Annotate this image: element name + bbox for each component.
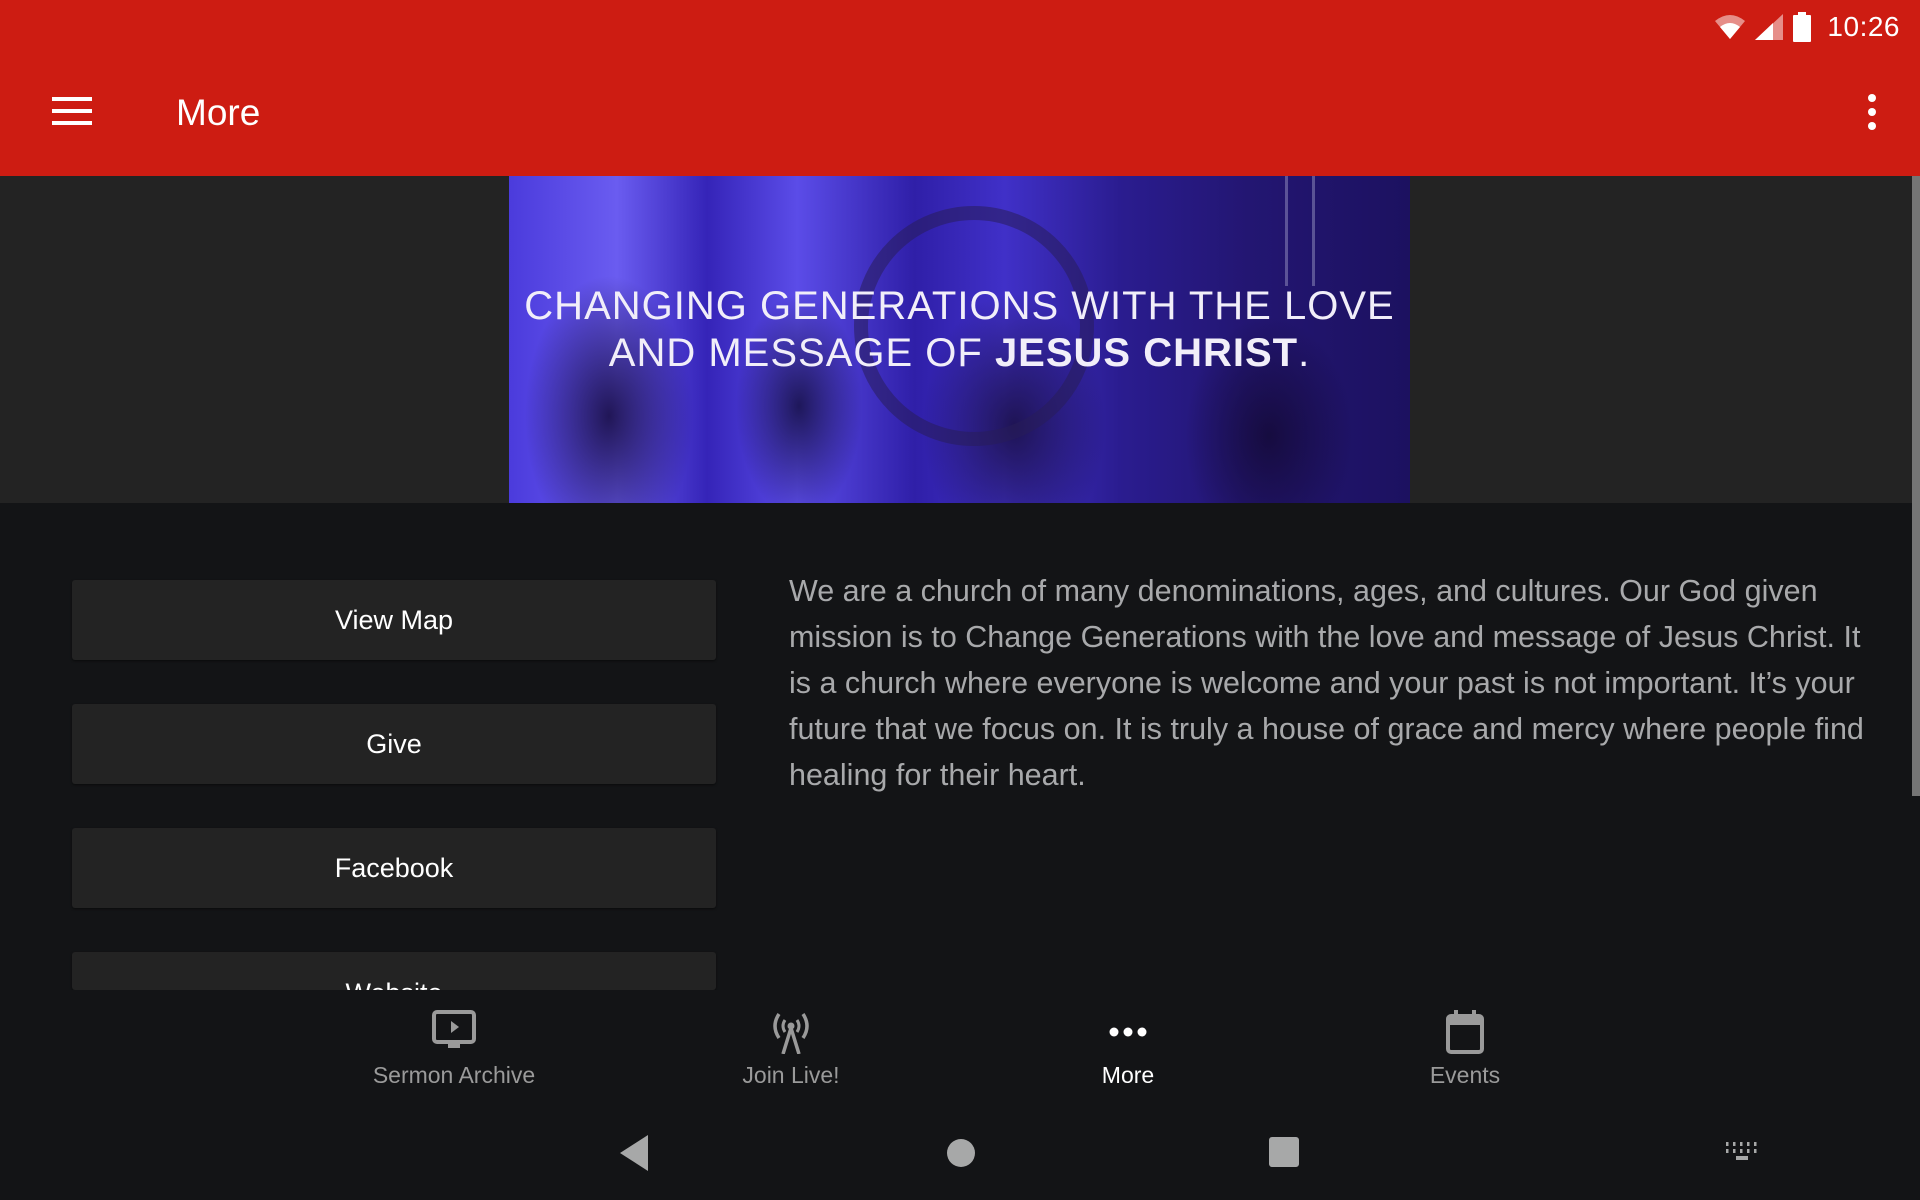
nav-item-join-live[interactable]: Join Live! <box>651 990 931 1110</box>
hero-tagline-suffix: . <box>1298 331 1311 375</box>
screen: 10:26 More CHANGING GENERATIONS WITH THE… <box>0 0 1920 1200</box>
nav-label: Events <box>1429 1062 1501 1088</box>
hero-banner-image: CHANGING GENERATIONS WITH THE LOVE AND M… <box>509 176 1410 503</box>
about-text: We are a church of many denominations, a… <box>789 574 1864 792</box>
system-nav-bar <box>0 1110 1920 1200</box>
keyboard-icon[interactable] <box>1726 1142 1758 1167</box>
nav-label: Sermon Archive <box>372 1062 536 1088</box>
nav-label: More <box>1101 1062 1155 1088</box>
status-bar: 10:26 <box>1715 6 1900 48</box>
back-icon[interactable] <box>618 1135 650 1176</box>
hero-tagline-line1: CHANGING GENERATIONS WITH THE LOVE <box>524 284 1395 328</box>
stage-truss <box>1285 176 1315 286</box>
status-time: 10:26 <box>1827 11 1900 42</box>
cell-signal-icon <box>1755 14 1784 40</box>
hero-tagline-bold: JESUS CHRIST <box>994 331 1299 375</box>
home-icon[interactable] <box>946 1138 976 1173</box>
battery-icon <box>1793 12 1812 42</box>
bottom-nav: Sermon Archive Join Live! More Events <box>0 990 1920 1110</box>
wifi-icon <box>1715 15 1746 39</box>
more-vert-icon[interactable] <box>1864 94 1880 130</box>
broadcast-antenna-icon <box>771 1010 811 1059</box>
hero-tagline-line2: AND MESSAGE OF JESUS CHRIST. <box>509 331 1410 376</box>
recents-icon[interactable] <box>1268 1136 1300 1173</box>
page-title: More <box>176 92 261 133</box>
calendar-icon <box>1445 1010 1485 1059</box>
more-horiz-icon <box>1108 1010 1148 1055</box>
facebook-button[interactable]: Facebook <box>72 828 716 908</box>
view-map-button[interactable]: View Map <box>72 580 716 660</box>
video-play-icon <box>432 1010 476 1055</box>
app-bar: 10:26 More <box>0 0 1920 176</box>
nav-label: Join Live! <box>742 1062 840 1088</box>
nav-item-events[interactable]: Events <box>1325 990 1605 1110</box>
nav-item-more[interactable]: More <box>988 990 1268 1110</box>
hamburger-menu-icon[interactable] <box>52 97 92 125</box>
scrollbar[interactable] <box>1912 176 1920 796</box>
give-button[interactable]: Give <box>72 704 716 784</box>
nav-item-sermon-archive[interactable]: Sermon Archive <box>314 990 594 1110</box>
hero-tagline-prefix: AND MESSAGE OF <box>608 331 995 375</box>
website-button[interactable]: Website <box>72 952 716 990</box>
